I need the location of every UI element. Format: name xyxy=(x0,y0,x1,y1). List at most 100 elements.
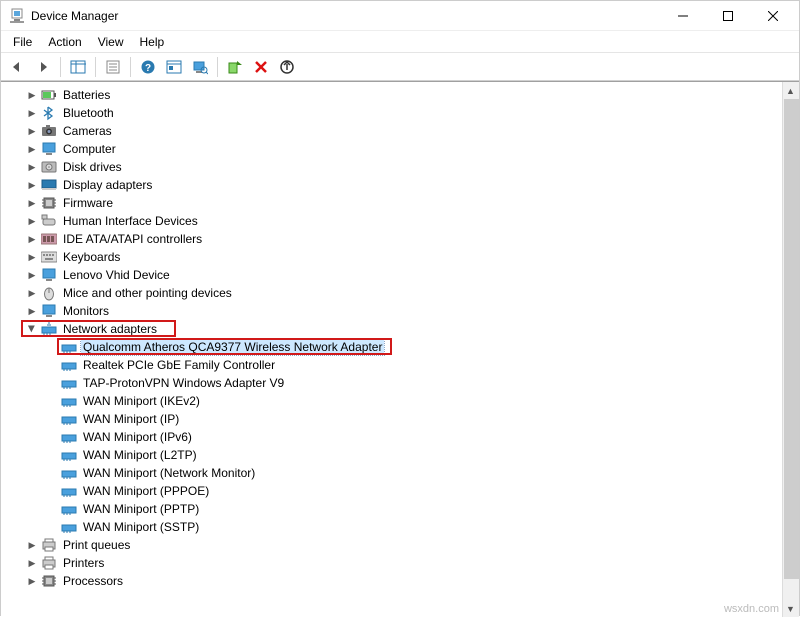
collapse-icon[interactable]: ▶ xyxy=(25,322,39,336)
forward-button[interactable] xyxy=(31,55,55,79)
scroll-up-arrow[interactable]: ▲ xyxy=(783,82,798,99)
tree-node-network-adapters[interactable]: ▶ Network adapters xyxy=(3,320,782,338)
expand-icon[interactable]: ▶ xyxy=(25,538,39,552)
tree-node-child-tap[interactable]: TAP-ProtonVPN Windows Adapter V9 xyxy=(3,374,782,392)
window-title: Device Manager xyxy=(31,9,660,23)
tree-node-child-wan-ipv6[interactable]: WAN Miniport (IPv6) xyxy=(3,428,782,446)
toolbar-separator xyxy=(130,57,131,77)
network-adapter-icon xyxy=(61,429,77,445)
uninstall-device-button[interactable] xyxy=(249,55,273,79)
app-icon xyxy=(9,8,25,24)
tree-node-computer[interactable]: ▶ Computer xyxy=(3,140,782,158)
tree-node-child-wan-ikev2[interactable]: WAN Miniport (IKEv2) xyxy=(3,392,782,410)
help-button[interactable]: ? xyxy=(136,55,160,79)
tree-node-keyboards[interactable]: ▶ Keyboards xyxy=(3,248,782,266)
expand-icon[interactable]: ▶ xyxy=(25,574,39,588)
menu-view[interactable]: View xyxy=(90,33,132,51)
battery-icon xyxy=(41,87,57,103)
minimize-button[interactable] xyxy=(660,2,705,30)
menu-file[interactable]: File xyxy=(5,33,40,51)
network-adapter-icon xyxy=(61,447,77,463)
firmware-icon xyxy=(41,195,57,211)
expand-icon[interactable]: ▶ xyxy=(25,286,39,300)
scroll-down-arrow[interactable]: ▼ xyxy=(783,600,798,617)
expand-icon[interactable]: ▶ xyxy=(25,214,39,228)
tree-node-disk-drives[interactable]: ▶ Disk drives xyxy=(3,158,782,176)
tree-node-bluetooth[interactable]: ▶ Bluetooth xyxy=(3,104,782,122)
tree-node-ide[interactable]: ▶ IDE ATA/ATAPI controllers xyxy=(3,230,782,248)
menu-action[interactable]: Action xyxy=(40,33,89,51)
expand-icon[interactable]: ▶ xyxy=(25,142,39,156)
tree-node-display-adapters[interactable]: ▶ Display adapters xyxy=(3,176,782,194)
svg-text:?: ? xyxy=(145,63,151,74)
display-icon xyxy=(41,177,57,193)
computer-icon xyxy=(41,141,57,157)
tree-node-child-wan-sstp[interactable]: WAN Miniport (SSTP) xyxy=(3,518,782,536)
toolbar-separator xyxy=(217,57,218,77)
mouse-icon xyxy=(41,285,57,301)
processor-icon xyxy=(41,573,57,589)
tree-node-child-wan-pppoe[interactable]: WAN Miniport (PPPOE) xyxy=(3,482,782,500)
watermark: wsxdn.com xyxy=(724,603,779,615)
tree-node-monitors[interactable]: ▶ Monitors xyxy=(3,302,782,320)
network-adapter-icon xyxy=(61,357,77,373)
hid-icon xyxy=(41,213,57,229)
toolbar-separator xyxy=(95,57,96,77)
tree-node-child-realtek[interactable]: Realtek PCIe GbE Family Controller xyxy=(3,356,782,374)
tree-node-hid[interactable]: ▶ Human Interface Devices xyxy=(3,212,782,230)
window-controls xyxy=(660,2,795,30)
tree-node-print-queues[interactable]: ▶ Print queues xyxy=(3,536,782,554)
tree-node-lenovo-vhid[interactable]: ▶ Lenovo Vhid Device xyxy=(3,266,782,284)
tree-node-child-wan-pptp[interactable]: WAN Miniport (PPTP) xyxy=(3,500,782,518)
scan-hardware-button[interactable] xyxy=(188,55,212,79)
update-driver-button[interactable] xyxy=(223,55,247,79)
expand-icon[interactable]: ▶ xyxy=(25,232,39,246)
tree-node-cameras[interactable]: ▶ Cameras xyxy=(3,122,782,140)
toolbar-separator xyxy=(60,57,61,77)
scroll-thumb[interactable] xyxy=(784,99,799,579)
network-adapter-icon xyxy=(61,483,77,499)
network-adapter-icon xyxy=(61,375,77,391)
tree-node-mice[interactable]: ▶ Mice and other pointing devices xyxy=(3,284,782,302)
tree-node-child-qualcomm[interactable]: Qualcomm Atheros QCA9377 Wireless Networ… xyxy=(3,338,782,356)
expand-icon[interactable]: ▶ xyxy=(25,196,39,210)
back-button[interactable] xyxy=(5,55,29,79)
tree-node-firmware[interactable]: ▶ Firmware xyxy=(3,194,782,212)
expand-icon[interactable]: ▶ xyxy=(25,160,39,174)
tree-node-batteries[interactable]: ▶ Batteries xyxy=(3,86,782,104)
tree-node-child-wan-netmon[interactable]: WAN Miniport (Network Monitor) xyxy=(3,464,782,482)
menubar: File Action View Help xyxy=(1,31,799,53)
close-button[interactable] xyxy=(750,2,795,30)
tree-node-child-wan-l2tp[interactable]: WAN Miniport (L2TP) xyxy=(3,446,782,464)
expand-icon[interactable]: ▶ xyxy=(25,250,39,264)
disable-device-button[interactable] xyxy=(275,55,299,79)
show-hide-console-tree-button[interactable] xyxy=(66,55,90,79)
expand-icon[interactable]: ▶ xyxy=(25,124,39,138)
vertical-scrollbar[interactable]: ▲ ▼ xyxy=(782,82,799,617)
network-adapter-icon xyxy=(61,465,77,481)
disk-icon xyxy=(41,159,57,175)
properties-button[interactable] xyxy=(101,55,125,79)
tree-node-processors[interactable]: ▶ Processors xyxy=(3,572,782,590)
network-adapter-icon xyxy=(61,501,77,517)
keyboard-icon xyxy=(41,249,57,265)
monitor-icon xyxy=(41,303,57,319)
titlebar: Device Manager xyxy=(1,1,799,31)
action-button[interactable] xyxy=(162,55,186,79)
device-tree[interactable]: ▶ Batteries ▶ Bluetooth ▶ Cameras ▶ Comp… xyxy=(1,82,782,617)
network-adapter-icon xyxy=(61,519,77,535)
expand-icon[interactable]: ▶ xyxy=(25,178,39,192)
monitor-icon xyxy=(41,267,57,283)
tree-node-printers[interactable]: ▶ Printers xyxy=(3,554,782,572)
tree-node-child-wan-ip[interactable]: WAN Miniport (IP) xyxy=(3,410,782,428)
expand-icon[interactable]: ▶ xyxy=(25,556,39,570)
network-icon xyxy=(41,321,57,337)
maximize-button[interactable] xyxy=(705,2,750,30)
camera-icon xyxy=(41,123,57,139)
bluetooth-icon xyxy=(41,105,57,121)
menu-help[interactable]: Help xyxy=(132,33,173,51)
expand-icon[interactable]: ▶ xyxy=(25,304,39,318)
expand-icon[interactable]: ▶ xyxy=(25,106,39,120)
expand-icon[interactable]: ▶ xyxy=(25,88,39,102)
expand-icon[interactable]: ▶ xyxy=(25,268,39,282)
